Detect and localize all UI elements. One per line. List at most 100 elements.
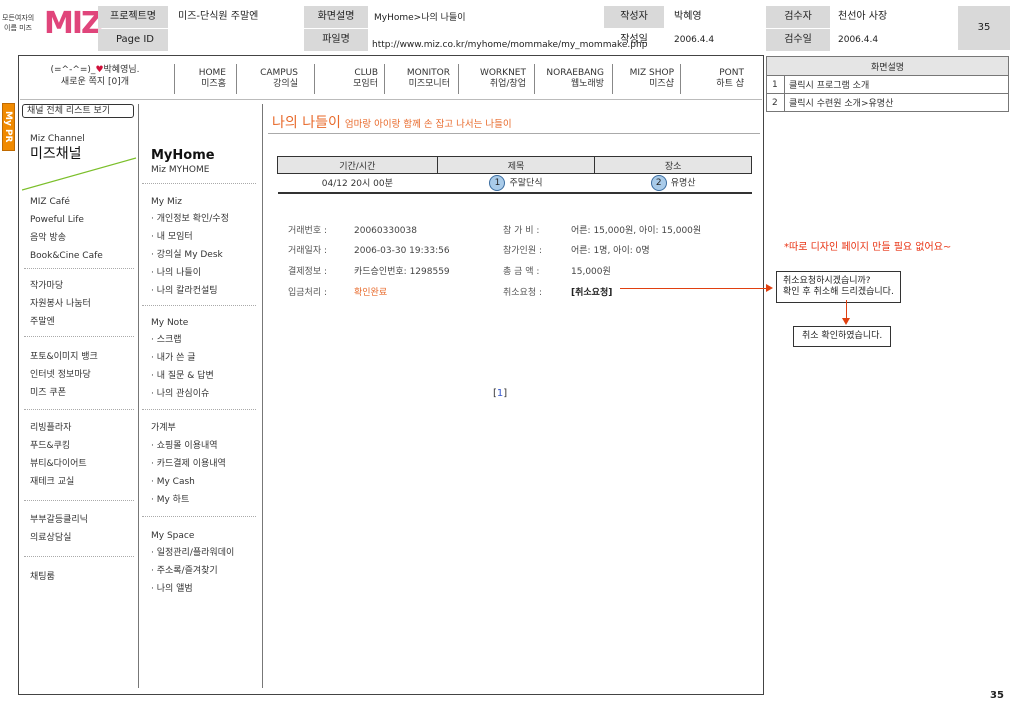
author-label: 작성자 [604, 6, 664, 28]
separator [24, 336, 134, 337]
nav-home[interactable]: HOME 미즈홈 [192, 68, 226, 90]
info-value: 15,000원 [571, 267, 611, 277]
table-row: 04/12 20시 00분 1 주말단식 2 유명산 [277, 173, 752, 194]
nav-divider [174, 64, 175, 94]
cancel-done-dialog: 취소 확인하였습니다. [793, 326, 892, 347]
mockup-frame [18, 55, 764, 695]
reviewer-value: 천선아 사장 [838, 11, 888, 22]
place-link[interactable]: 유명산 [671, 178, 696, 188]
nav-club[interactable]: CLUB 모임터 [338, 68, 378, 90]
page-no: 35 [958, 6, 1010, 50]
info-label: 결제정보 : [288, 267, 328, 277]
submenu-item[interactable]: · 일정관리/플라워데이 [151, 547, 234, 559]
myspace-title: My Space [151, 531, 195, 541]
submenu-item[interactable]: · 나의 앨범 [151, 583, 193, 595]
sidebar-item[interactable]: 푸드&쿠킹 [30, 440, 70, 452]
separator [142, 183, 256, 184]
nav-pont[interactable]: PONT 하트 샵 [704, 68, 744, 90]
submenu-item[interactable]: · 쇼핑몰 이용내역 [151, 440, 218, 452]
page-id-label: Page ID [98, 29, 168, 51]
submenu-item[interactable]: · 나의 칼라컨설팅 [151, 285, 218, 297]
row-period: 04/12 20시 00분 [277, 173, 438, 194]
sidebar-item[interactable]: 뷰티&다이어트 [30, 458, 87, 470]
nav-miz-shop[interactable]: MIZ SHOP 미즈샵 [620, 68, 674, 90]
sidebar-item[interactable]: 작가마당 [30, 280, 63, 292]
mynote-title: My Note [151, 318, 189, 328]
confirm-dialog: 취소요청하시겠습니까? 확인 후 취소해 드리겠습니다. [776, 271, 901, 303]
description-header: 화면설명 [766, 56, 1009, 76]
nav-noraebang[interactable]: NORAEBANG 웹노래방 [536, 68, 604, 90]
page-title: 나의 나들이 엄마랑 아이랑 함께 손 잡고 나서는 나들이 [272, 115, 512, 131]
nav-divider [680, 64, 681, 94]
user-name[interactable]: 박혜영님. [104, 65, 140, 75]
project-label: 프로젝트명 [98, 6, 168, 28]
submenu-item[interactable]: · 개인정보 확인/수정 [151, 213, 229, 225]
sidebar-item[interactable]: 부부갈등클리닉 [30, 514, 88, 526]
reviewed-label: 검수일 [766, 29, 830, 51]
connector-arrow [620, 288, 768, 289]
program-link[interactable]: 주말단식 [509, 178, 542, 188]
submenu-item[interactable]: · 스크랩 [151, 334, 182, 346]
nav-divider [314, 64, 315, 94]
submenu-item[interactable]: · 강의실 My Desk [151, 249, 223, 261]
schedule-table: 기간/시간 제목 장소 04/12 20시 00분 1 주말단식 2 유명산 [277, 156, 752, 194]
submenu-item[interactable]: · 나의 관심이슈 [151, 388, 209, 400]
col-period: 기간/시간 [277, 156, 438, 174]
separator [142, 516, 256, 517]
info-label: 입금처리 : [288, 288, 328, 298]
sidebar-item[interactable]: 채팅룸 [30, 571, 55, 583]
sidebar-item[interactable]: 자원봉사 나눔터 [30, 298, 91, 310]
sidebar-item[interactable]: 포토&이미지 뱅크 [30, 351, 98, 363]
row-place-cell[interactable]: 2 유명산 [594, 173, 752, 194]
info-value: 20060330038 [354, 226, 417, 236]
sidebar-item[interactable]: 리빙플라자 [30, 422, 71, 434]
sidebar-divider [138, 104, 139, 688]
sidebar-item[interactable]: 재테크 교실 [30, 476, 74, 488]
nav-divider [612, 64, 613, 94]
row-title-cell[interactable]: 1 주말단식 [437, 173, 595, 194]
submenu-item[interactable]: · 주소록/즐겨찾기 [151, 565, 218, 577]
nav-worknet[interactable]: WORKNET 취업/창업 [468, 68, 526, 90]
nav-monitor[interactable]: MONITOR 미즈모니터 [392, 68, 450, 90]
separator [24, 268, 134, 269]
sidebar-item[interactable]: 의료상담실 [30, 532, 71, 544]
file-label: 파일명 [304, 29, 368, 51]
cancel-request-button[interactable]: [취소요청] [571, 287, 612, 299]
separator [24, 409, 134, 410]
nav-divider [534, 64, 535, 94]
sidebar-item[interactable]: 주말엔 [30, 316, 55, 328]
submenu-item[interactable]: · 내가 쓴 글 [151, 352, 196, 364]
table-row: 2 클릭시 수련원 소개>유명산 [766, 93, 1009, 112]
author-value: 박혜영 [674, 11, 702, 22]
sidebar-item[interactable]: 음악 방송 [30, 232, 66, 244]
submenu-item[interactable]: · My 하트 [151, 494, 189, 506]
my-pr-tab[interactable]: My PR [2, 103, 15, 151]
sidebar-item[interactable]: 인터넷 정보마당 [30, 369, 91, 381]
info-label: 참가인원 : [503, 246, 543, 256]
project-value: 미즈-단식원 주말엔 [178, 11, 259, 22]
submenu-item-current[interactable]: · 나의 나들이 [151, 267, 201, 279]
submenu-item[interactable]: · 카드결제 이용내역 [151, 458, 226, 470]
submenu-item[interactable]: · 내 질문 & 답변 [151, 370, 214, 382]
nav-divider [458, 64, 459, 94]
submenu-item[interactable]: · 내 모임터 [151, 231, 193, 243]
connector-arrow [846, 300, 847, 320]
screen-desc-value: MyHome>나의 나들이 [374, 13, 466, 23]
new-message-link[interactable]: 새로운 쪽지 [0]개 [20, 76, 170, 88]
channel-list-button[interactable]: 채널 전체 리스트 보기 [22, 104, 134, 118]
sidebar-item[interactable]: MIZ Café [30, 196, 70, 208]
sidebar-item[interactable]: 미즈 쿠폰 [30, 387, 66, 399]
sidebar-item[interactable]: Poweful Life [30, 214, 84, 226]
page-number: 35 [990, 690, 1004, 701]
table-header-row: 기간/시간 제목 장소 [277, 156, 752, 174]
channel-decor-line [22, 157, 137, 191]
col-place: 장소 [594, 156, 752, 174]
info-label: 참 가 비 : [503, 226, 540, 236]
submenu-item[interactable]: · My Cash [151, 476, 195, 488]
design-note: *따로 디자인 페이지 만들 필요 없어요~ [784, 242, 952, 253]
logo-slogan-1: 모든여자의 [2, 14, 35, 22]
myhome-subtitle: Miz MYHOME [151, 165, 210, 175]
mymiz-title: My Miz [151, 197, 182, 207]
sidebar-item[interactable]: Book&Cine Cafe [30, 250, 103, 262]
nav-campus[interactable]: CAMPUS 강의실 [252, 68, 298, 90]
